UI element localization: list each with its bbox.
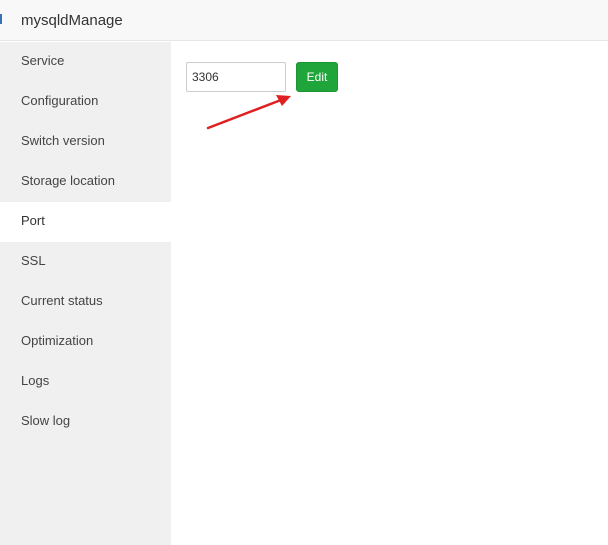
sidebar-item-label: Current status	[21, 293, 103, 308]
sidebar-item-slow-log[interactable]: Slow log	[0, 402, 171, 442]
sidebar-item-switch-version[interactable]: Switch version	[0, 122, 171, 162]
window-title: mysqldManage	[21, 12, 123, 29]
sidebar-item-ssl[interactable]: SSL	[0, 242, 171, 282]
sidebar-item-current-status[interactable]: Current status	[0, 282, 171, 322]
sidebar-item-label: Switch version	[21, 133, 105, 148]
sidebar-item-storage-location[interactable]: Storage location	[0, 162, 171, 202]
sidebar-item-service[interactable]: Service	[0, 42, 171, 82]
sidebar-item-label: Storage location	[21, 173, 115, 188]
sidebar-item-label: Logs	[21, 373, 50, 388]
mysqld-manage-window: mysqldManage Service Configuration Switc…	[0, 0, 608, 545]
edit-port-button[interactable]: Edit	[296, 62, 338, 92]
sidebar-item-label: SSL	[21, 253, 46, 268]
title-bar: mysqldManage	[0, 0, 608, 41]
sidebar-item-port[interactable]: Port	[0, 202, 171, 242]
sidebar-item-optimization[interactable]: Optimization	[0, 322, 171, 362]
window-edge-marker	[0, 14, 2, 24]
sidebar-item-label: Service	[21, 53, 65, 68]
sidebar-item-label: Port	[21, 213, 45, 228]
sidebar: Service Configuration Switch version Sto…	[0, 42, 171, 545]
sidebar-item-label: Configuration	[21, 93, 99, 108]
port-input[interactable]	[186, 62, 286, 92]
sidebar-item-logs[interactable]: Logs	[0, 362, 171, 402]
sidebar-item-label: Slow log	[21, 413, 71, 428]
red-arrow-icon	[206, 95, 291, 130]
sidebar-item-configuration[interactable]: Configuration	[0, 82, 171, 122]
sidebar-item-label: Optimization	[21, 333, 94, 348]
